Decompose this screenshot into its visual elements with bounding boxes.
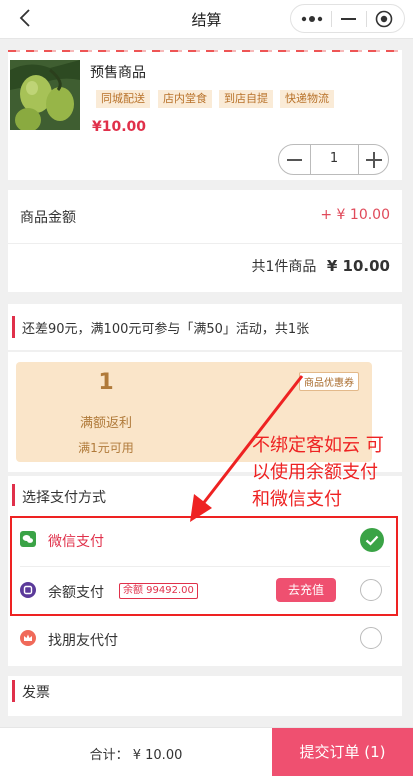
submit-order-button[interactable]: 提交订单 (1)	[272, 728, 413, 776]
total-prefix: 共1件商品	[251, 259, 317, 275]
annotation-highlight-box	[10, 516, 398, 616]
friend-pay-label: 找朋友代付	[48, 633, 118, 649]
friend-crown-icon	[20, 630, 36, 646]
increase-button[interactable]	[359, 145, 389, 174]
friend-pay-radio[interactable]	[360, 627, 382, 649]
more-dots-icon[interactable]	[301, 15, 323, 23]
tag-pickup: 到店自提	[219, 90, 273, 108]
total-value: ¥ 10.00	[326, 257, 390, 275]
product-price: ¥10.00	[92, 119, 147, 135]
minimize-icon[interactable]	[341, 18, 356, 20]
tag-dine-in: 店内堂食	[158, 90, 212, 108]
invoice-row[interactable]: 发票	[8, 676, 402, 716]
product-name: 预售商品	[90, 65, 146, 81]
summary-card: 商品金额 + ¥ 10.00 共1件商品 ¥ 10.00	[8, 190, 402, 292]
annotation-line-2: 以使用余额支付	[252, 462, 378, 483]
coupon-condition: 满1元可用	[78, 441, 134, 455]
invoice-title: 发票	[22, 685, 50, 701]
total-line: 共1件商品 ¥ 10.00	[252, 256, 390, 276]
annotation-line-1: 不绑定客如云 可	[252, 435, 384, 456]
footer-bar: 合计： ¥ 10.00 提交订单 (1)	[0, 727, 413, 776]
payment-title: 选择支付方式	[22, 490, 106, 506]
decrease-button[interactable]	[279, 145, 310, 174]
capsule-menu	[290, 4, 405, 33]
promo-row: 还差90元，满100元可参与「满50」活动，共1张	[8, 304, 402, 350]
coupon-name: 满额返利	[79, 416, 132, 431]
tag-same-city: 同城配送	[96, 90, 150, 108]
tag-express: 快递物流	[280, 90, 334, 108]
footer-total: 合计： ¥ 10.00	[89, 748, 183, 763]
coupon-amount: 1	[98, 370, 114, 395]
promo-text: 还差90元，满100元可参与「满50」活动，共1张	[22, 322, 310, 337]
quantity-stepper: 1	[278, 144, 389, 175]
amount-label: 商品金额	[20, 210, 76, 226]
header-bar: 结算	[0, 0, 413, 39]
quantity-input[interactable]: 1	[311, 151, 357, 166]
product-card: 预售商品 同城配送 店内堂食 到店自提 快递物流 ¥10.00 1	[8, 50, 402, 180]
annotation-line-3: 和微信支付	[252, 489, 342, 510]
product-image	[10, 60, 80, 130]
friend-pay-option[interactable]: 找朋友代付	[8, 621, 402, 661]
target-icon[interactable]	[375, 10, 393, 28]
amount-value: + ¥ 10.00	[320, 207, 390, 223]
annotation-text: 不绑定客如云 可 以使用余额支付 和微信支付	[252, 432, 384, 513]
